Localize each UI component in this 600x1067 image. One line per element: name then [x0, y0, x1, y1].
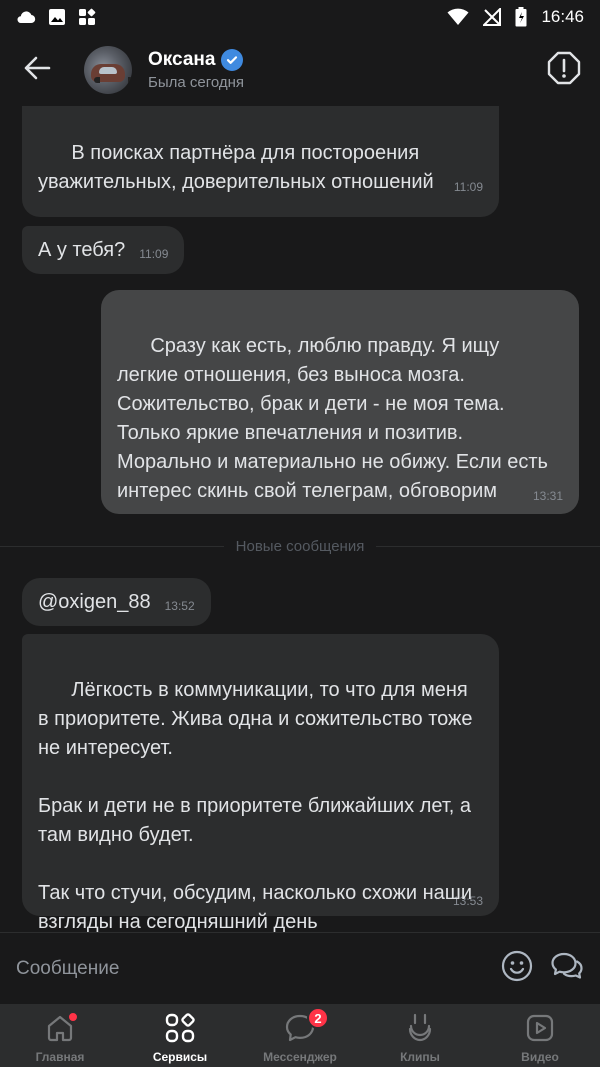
chat-header: Оксана Была сегодня	[0, 34, 600, 106]
message-bubble-incoming[interactable]: @oxigen_88 13:52	[22, 578, 211, 626]
message-time: 13:52	[164, 599, 195, 613]
message-bubble-incoming[interactable]: А у тебя? 11:09	[22, 226, 185, 274]
tab-label: Мессенджер	[263, 1050, 337, 1064]
image-icon	[48, 8, 66, 26]
message-icon: 2	[283, 1007, 329, 1045]
tab-label: Сервисы	[152, 1050, 208, 1064]
message-text: В поисках партнёра для постороения уважи…	[38, 142, 434, 193]
message-bubble-incoming[interactable]: Лёгкость в коммуникации, то что для меня…	[22, 634, 499, 932]
verified-icon	[221, 49, 244, 71]
new-messages-divider: Новые сообщения	[0, 536, 600, 556]
message-bubble-outgoing[interactable]: Сразу как есть, люблю правду. Я ищу легк…	[101, 290, 579, 514]
clips-icon	[403, 1011, 437, 1045]
message-time: 13:31	[532, 489, 563, 503]
chat-screen: 16:46 Оксана Была сегодня В поисках парт…	[0, 0, 600, 1067]
arrow-left-icon	[23, 56, 51, 85]
services-grid-icon	[163, 1011, 197, 1045]
chat-bubbles-icon	[550, 950, 584, 987]
tab-messenger[interactable]: 2 Мессенджер	[240, 1004, 360, 1067]
contact-status: Была сегодня	[148, 74, 245, 91]
tab-services[interactable]: Сервисы	[120, 1004, 240, 1067]
emoji-button[interactable]	[492, 944, 542, 994]
tab-label: Клипы	[400, 1050, 440, 1064]
apps-icon	[78, 8, 96, 26]
new-messages-label: Новые сообщения	[235, 537, 365, 555]
video-icon	[523, 1011, 557, 1045]
warning-octagon-icon	[547, 51, 581, 90]
status-bar: 16:46	[0, 0, 600, 34]
compose-bar	[0, 932, 600, 1004]
home-icon	[43, 1011, 79, 1045]
tab-clips[interactable]: Клипы	[360, 1004, 480, 1067]
battery-icon	[515, 7, 527, 27]
tab-label: Видео	[521, 1050, 559, 1064]
message-time: 11:09	[139, 247, 169, 261]
notification-dot	[67, 1011, 79, 1023]
message-bubble-incoming[interactable]: В поисках партнёра для постороения уважи…	[22, 106, 499, 217]
report-button[interactable]	[546, 51, 582, 90]
smiley-icon	[501, 950, 533, 987]
bottom-tab-bar: Главная Сервисы 2 Мессенджер Клипы Видео	[0, 1004, 600, 1067]
tab-label: Главная	[35, 1050, 85, 1064]
message-text: @oxigen_88	[38, 591, 151, 613]
chat-options-button[interactable]	[542, 944, 592, 994]
status-time: 16:46	[541, 7, 584, 26]
back-button[interactable]	[10, 43, 64, 97]
contact-name-row: Оксана	[148, 49, 244, 71]
no-signal-icon	[483, 8, 502, 26]
message-time: 11:09	[453, 180, 483, 194]
tab-home[interactable]: Главная	[0, 1004, 120, 1067]
contact-info[interactable]: Оксана Была сегодня	[148, 49, 244, 91]
cloud-icon	[16, 10, 36, 24]
tab-video[interactable]: Видео	[480, 1004, 600, 1067]
unread-badge: 2	[307, 1007, 329, 1029]
message-text: А у тебя?	[38, 239, 126, 261]
status-bar-left	[16, 8, 96, 26]
status-bar-right: 16:46	[447, 7, 584, 27]
message-text: Лёгкость в коммуникации, то что для меня…	[38, 679, 473, 932]
contact-name: Оксана	[148, 49, 216, 70]
message-input[interactable]	[0, 944, 492, 993]
message-text: Сразу как есть, люблю правду. Я ищу легк…	[117, 335, 554, 502]
wifi-icon	[447, 8, 469, 26]
avatar[interactable]	[84, 46, 132, 94]
message-list[interactable]: В поисках партнёра для постороения уважи…	[0, 106, 600, 932]
